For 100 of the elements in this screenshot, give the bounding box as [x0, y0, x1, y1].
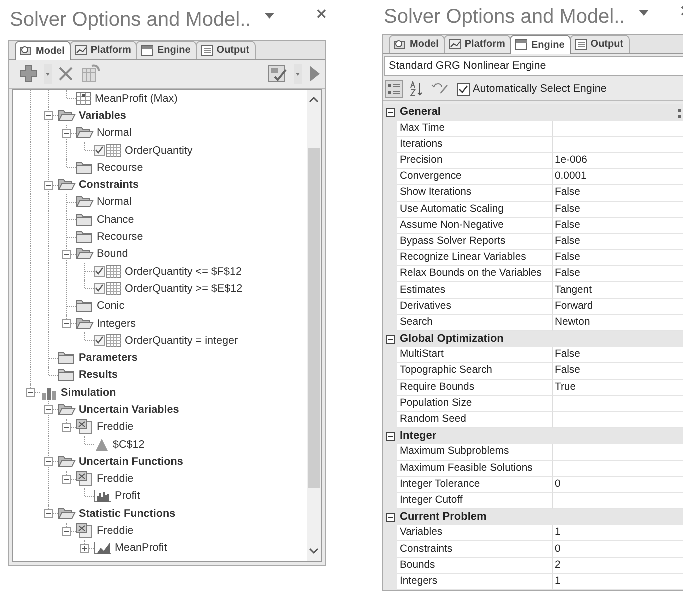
- property-value[interactable]: Tangent: [553, 282, 683, 299]
- chevron-up-icon[interactable]: [309, 96, 319, 104]
- add-icon[interactable]: [19, 64, 39, 84]
- tab[interactable]: Output: [196, 41, 256, 59]
- tab[interactable]: Engine: [136, 41, 197, 59]
- scrollbar-thumb[interactable]: [308, 148, 320, 488]
- categorized-icon[interactable]: [385, 80, 403, 98]
- tree-item[interactable]: Recourse: [97, 231, 144, 244]
- property-value[interactable]: False: [553, 185, 683, 202]
- collapse-button[interactable]: [386, 334, 394, 344]
- tree-item[interactable]: Simulation: [61, 386, 116, 399]
- property-value[interactable]: False: [553, 266, 683, 282]
- tree-item[interactable]: OrderQuantity: [125, 144, 193, 157]
- tree-item[interactable]: Integers: [97, 318, 136, 330]
- property-value[interactable]: 2: [553, 558, 683, 574]
- collapse-button[interactable]: [386, 512, 394, 522]
- collapse-button[interactable]: [62, 422, 71, 432]
- collapse-button[interactable]: [44, 111, 53, 120]
- expand-button[interactable]: [80, 544, 89, 553]
- property-value[interactable]: 1e-006: [553, 152, 683, 170]
- property-value[interactable]: False: [553, 347, 683, 364]
- tab[interactable]: Engine: [510, 35, 571, 54]
- property-name: Precision: [397, 152, 553, 170]
- tree-item[interactable]: OrderQuantity >= $E$12: [125, 282, 243, 295]
- window-icon: [515, 39, 530, 52]
- collapse-button[interactable]: [62, 319, 71, 328]
- tab[interactable]: Model: [15, 41, 71, 60]
- property-value[interactable]: 0.0001: [553, 169, 683, 186]
- property-value[interactable]: False: [553, 202, 683, 218]
- collapse-button[interactable]: [26, 388, 35, 398]
- property-value[interactable]: False: [553, 363, 683, 380]
- property-value[interactable]: False: [553, 250, 683, 266]
- property-value[interactable]: 1: [553, 574, 683, 590]
- tree-item[interactable]: Uncertain Variables: [79, 404, 180, 416]
- tree-item[interactable]: Bound: [97, 248, 128, 260]
- tab[interactable]: Model: [389, 35, 445, 54]
- scrollbar[interactable]: [307, 90, 321, 561]
- delete-icon[interactable]: [57, 65, 75, 83]
- tree-item[interactable]: OrderQuantity = integer: [125, 334, 238, 347]
- checkbox[interactable]: [94, 335, 105, 346]
- collapse-button[interactable]: [62, 128, 71, 138]
- tree-item[interactable]: Freddie: [97, 473, 134, 486]
- collapse-button[interactable]: [62, 526, 71, 536]
- checkbox[interactable]: [457, 82, 470, 96]
- property-value[interactable]: Forward: [553, 298, 683, 315]
- chevron-down-icon[interactable]: [309, 547, 319, 555]
- collapse-button[interactable]: [44, 405, 53, 414]
- collapse-button[interactable]: [386, 432, 394, 441]
- tree-item[interactable]: MeanProfit (Max): [95, 92, 178, 105]
- tree-item[interactable]: Parameters: [79, 352, 138, 364]
- property-value[interactable]: 0: [553, 541, 683, 558]
- collapse-button[interactable]: [44, 509, 53, 518]
- dropdown-arrow-icon[interactable]: [639, 10, 650, 16]
- tree-item[interactable]: Profit: [115, 490, 140, 502]
- tree-item[interactable]: Results: [79, 369, 118, 382]
- triangle-icon: [94, 438, 110, 452]
- tree-item[interactable]: $C$12: [113, 438, 145, 451]
- collapse-button[interactable]: [62, 474, 71, 484]
- checkbox[interactable]: [94, 283, 105, 294]
- tab[interactable]: Output: [570, 35, 630, 54]
- property-value[interactable]: 1: [553, 525, 683, 542]
- check-icon: [458, 84, 469, 95]
- caret-icon[interactable]: [294, 64, 302, 84]
- sort-icon[interactable]: [409, 81, 425, 98]
- sheet-check-icon[interactable]: [267, 63, 289, 85]
- caret-icon[interactable]: [44, 64, 52, 84]
- window-icon: [141, 44, 156, 56]
- tree-item[interactable]: Normal: [97, 127, 132, 140]
- tree-item[interactable]: Normal: [97, 196, 132, 208]
- collapse-button[interactable]: [44, 457, 53, 466]
- panel-icon: [200, 44, 215, 56]
- tree-item[interactable]: Freddie: [97, 421, 134, 434]
- collapse-button[interactable]: [44, 180, 53, 190]
- tree-item[interactable]: Variables: [79, 110, 126, 122]
- property-value[interactable]: False: [553, 218, 683, 234]
- tree-item[interactable]: Freddie: [97, 525, 134, 538]
- tree-item[interactable]: Statistic Functions: [79, 508, 176, 520]
- tree-item[interactable]: OrderQuantity <= $F$12: [125, 266, 242, 278]
- close-icon[interactable]: [316, 9, 326, 19]
- checkbox[interactable]: [94, 266, 105, 278]
- property-value[interactable]: False: [553, 234, 683, 250]
- property-value[interactable]: True: [553, 380, 683, 396]
- property-name: Max Time: [397, 120, 553, 137]
- collapse-button[interactable]: [62, 250, 71, 259]
- property-value[interactable]: 0: [553, 476, 683, 493]
- dropdown-arrow-icon[interactable]: [265, 13, 275, 19]
- collapse-button[interactable]: [386, 108, 394, 117]
- checkbox[interactable]: [94, 145, 105, 156]
- tree-item[interactable]: Recourse: [97, 162, 144, 174]
- tree-item[interactable]: Chance: [97, 214, 134, 226]
- engine-dropdown[interactable]: Standard GRG Nonlinear Engine: [384, 56, 683, 76]
- auto-select-checkbox[interactable]: Automatically Select Engine: [457, 82, 607, 96]
- tree-item[interactable]: Conic: [97, 300, 125, 312]
- tree-item[interactable]: Constraints: [79, 179, 139, 192]
- tree-item[interactable]: Uncertain Functions: [79, 456, 184, 468]
- tab[interactable]: Platform: [444, 35, 512, 54]
- property-name: Use Automatic Scaling: [397, 202, 553, 218]
- tree-item[interactable]: MeanProfit: [115, 542, 168, 554]
- play-icon[interactable]: [307, 64, 321, 84]
- tab[interactable]: Platform: [70, 41, 138, 59]
